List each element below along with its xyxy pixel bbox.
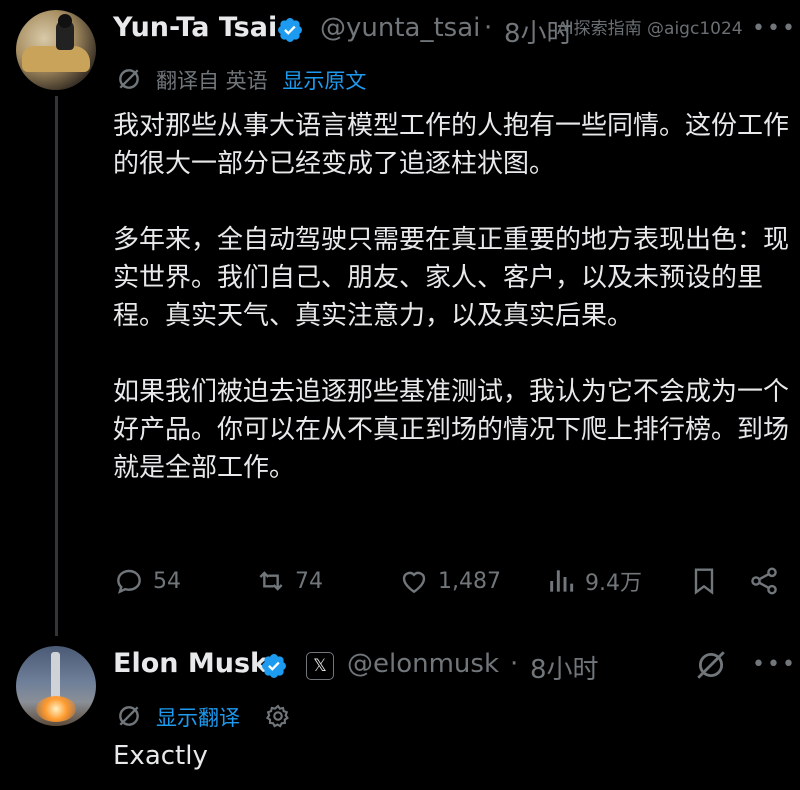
verified-badge-icon (278, 18, 302, 42)
like-icon (402, 571, 426, 594)
reply-icon (117, 569, 141, 594)
reply-time[interactable]: 8小时 (530, 649, 599, 686)
author-handle[interactable]: @yunta_tsai (320, 13, 480, 43)
repost-icon (259, 571, 283, 591)
reply-count: 54 (153, 568, 181, 594)
separator-dot: · (510, 649, 519, 679)
avatar-figure-head (58, 14, 72, 28)
verified-badge-icon (262, 654, 286, 678)
tweet-body: 我对那些从事大语言模型工作的人抱有一些同情。这份工作的很大一部分已经变成了追逐柱… (113, 111, 790, 483)
views-icon (550, 570, 574, 592)
reply-button[interactable]: 54 (113, 565, 181, 597)
thread-connector-line (55, 96, 58, 636)
x-affiliation-badge[interactable]: 𝕏 (306, 652, 334, 680)
avatar-yunta-tsai[interactable] (16, 10, 96, 90)
more-icon[interactable]: ••• (752, 16, 797, 41)
bookmark-icon[interactable] (688, 565, 720, 597)
show-translation-link[interactable]: 显示翻译 (156, 702, 240, 732)
settings-icon[interactable] (264, 702, 292, 730)
translate-icon (119, 69, 139, 89)
more-icon[interactable]: ••• (752, 652, 797, 677)
repost-count: 74 (295, 568, 323, 594)
reply-author-handle[interactable]: @elonmusk (347, 649, 499, 679)
avatar-elon-musk[interactable] (16, 646, 96, 726)
show-original-link[interactable]: 显示原文 (282, 69, 366, 93)
watermark: AI探索指南 @aigc1024 (557, 19, 743, 39)
avatar-car-shape (22, 46, 90, 72)
translate-icon (119, 706, 139, 726)
avatar-flame-shape (36, 696, 76, 722)
grok-icon[interactable] (694, 648, 728, 682)
author-name[interactable]: Yun-Ta Tsai (113, 12, 277, 43)
views-count: 9.4万 (585, 571, 642, 596)
reply-author-name[interactable]: Elon Musk (113, 648, 268, 679)
x-logo-icon: 𝕏 (313, 656, 327, 676)
reply-body: Exactly (113, 741, 208, 771)
translation-meta: 翻译自 英语 显示原文 (156, 65, 366, 95)
separator-dot: · (484, 13, 493, 43)
like-button[interactable]: 1,487 (398, 565, 501, 597)
translated-from-label: 翻译自 英语 (156, 69, 268, 93)
like-count: 1,487 (438, 568, 501, 594)
views-button[interactable]: 9.4万 (545, 565, 642, 597)
repost-button[interactable]: 74 (255, 565, 323, 597)
share-icon[interactable] (748, 565, 780, 597)
